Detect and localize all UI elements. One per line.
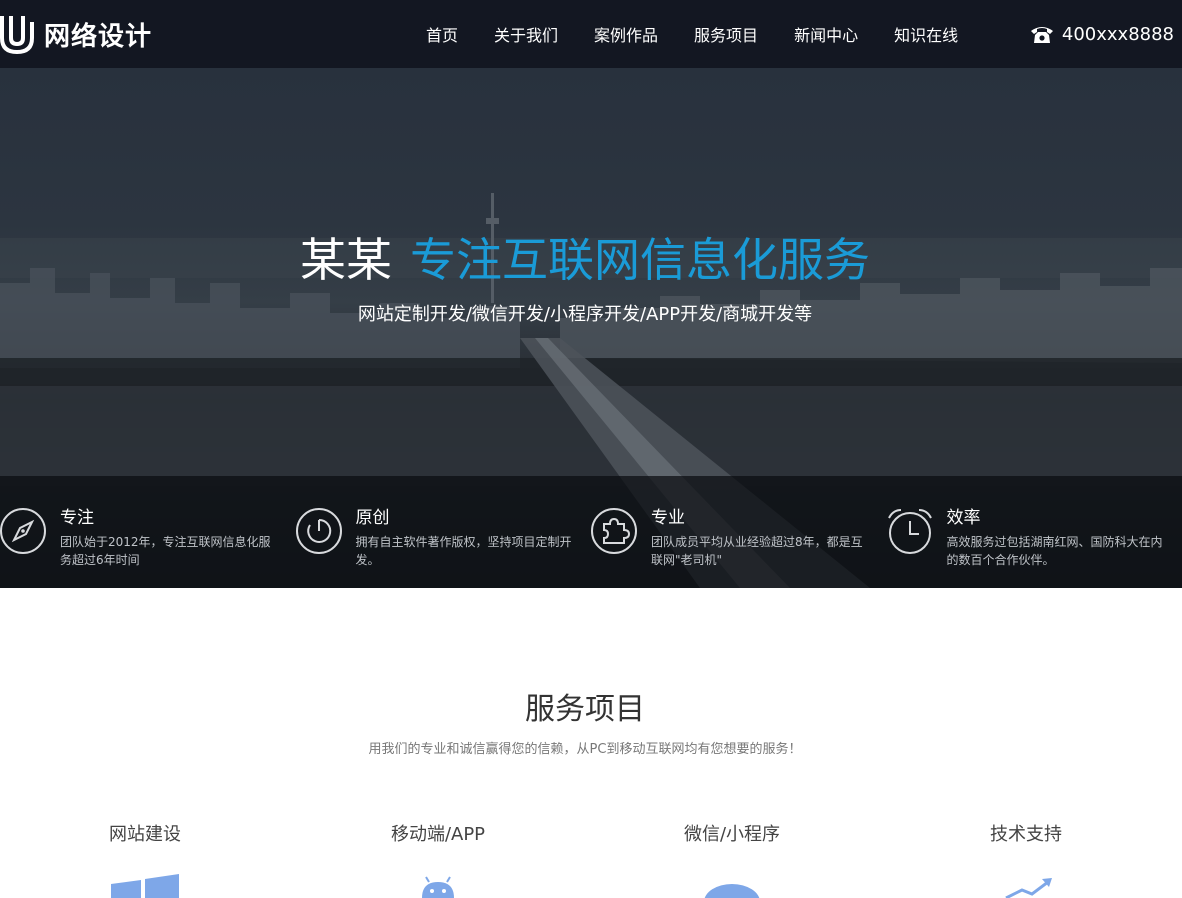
feature-focus: 专注 团队始于2012年，专注互联网信息化服务超过6年时间 [0, 476, 296, 588]
section-title: 服务项目 [0, 684, 1170, 728]
logo-text: 网络设计 [44, 16, 152, 53]
feature-professional: 专业 团队成员平均从业经验超过8年，都是互联网"老司机" [591, 476, 887, 588]
service-label: 微信/小程序 [632, 820, 832, 846]
feature-efficiency: 效率 高效服务过包括湖南红网、国防科大在内的数百个合作伙伴。 [887, 476, 1182, 588]
main-nav: 首页 关于我们 案例作品 服务项目 新闻中心 知识在线 [408, 0, 994, 68]
nav-cases[interactable]: 案例作品 [594, 22, 658, 46]
windows-icon [107, 858, 183, 898]
logo-u-icon [0, 14, 34, 54]
service-label: 网站建设 [45, 820, 245, 846]
feature-desc: 团队始于2012年，专注互联网信息化服务超过6年时间 [60, 533, 280, 569]
telephone-icon [1030, 24, 1054, 44]
feature-desc: 拥有自主软件著作版权，坚持项目定制开发。 [356, 533, 576, 569]
service-label: 技术支持 [926, 820, 1126, 846]
feature-title: 效率 [947, 503, 981, 528]
hero-title-lead: 某某 [300, 233, 392, 287]
original-icon [294, 506, 344, 556]
nav-about[interactable]: 关于我们 [494, 22, 558, 46]
android-icon [400, 858, 476, 898]
alarm-clock-icon [885, 506, 935, 556]
puzzle-icon [589, 506, 639, 556]
features-strip: 专注 团队始于2012年，专注互联网信息化服务超过6年时间 原创 拥有自主软件著… [0, 476, 1182, 588]
feature-title: 专注 [60, 503, 94, 528]
growth-arrow-icon [988, 858, 1064, 898]
nav-news[interactable]: 新闻中心 [794, 22, 858, 46]
feature-title: 原创 [356, 503, 390, 528]
service-label: 移动端/APP [338, 820, 538, 846]
wechat-icon [694, 858, 770, 898]
phone-contact[interactable]: 400xxx8888 [1030, 0, 1174, 68]
hero-title-accent: 专注互联网信息化服务 [410, 233, 870, 287]
service-mobile-app[interactable]: 移动端/APP [338, 820, 538, 846]
top-navbar: 网络设计 首页 关于我们 案例作品 服务项目 新闻中心 知识在线 400xxx8… [0, 0, 1182, 68]
compass-icon [0, 506, 48, 556]
hero-subtitle: 网站定制开发/微信开发/小程序开发/APP开发/商城开发等 [0, 300, 1170, 326]
feature-original: 原创 拥有自主软件著作版权，坚持项目定制开发。 [296, 476, 592, 588]
services-section: 服务项目 用我们的专业和诚信赢得您的信赖，从PC到移动互联网均有您想要的服务！ … [0, 588, 1182, 886]
nav-services[interactable]: 服务项目 [694, 22, 758, 46]
section-subtitle: 用我们的专业和诚信赢得您的信赖，从PC到移动互联网均有您想要的服务！ [0, 738, 1170, 757]
phone-number: 400xxx8888 [1062, 24, 1174, 45]
site-logo[interactable]: 网络设计 [0, 13, 152, 55]
feature-title: 专业 [651, 503, 685, 528]
service-website[interactable]: 网站建设 [45, 820, 245, 846]
hero-title: 某某专注互联网信息化服务 [0, 224, 1170, 290]
nav-knowledge[interactable]: 知识在线 [894, 22, 958, 46]
feature-desc: 团队成员平均从业经验超过8年，都是互联网"老司机" [651, 533, 871, 569]
service-wechat[interactable]: 微信/小程序 [632, 820, 832, 846]
service-tech-support[interactable]: 技术支持 [926, 820, 1126, 846]
feature-desc: 高效服务过包括湖南红网、国防科大在内的数百个合作伙伴。 [947, 533, 1167, 569]
nav-home[interactable]: 首页 [426, 22, 458, 46]
